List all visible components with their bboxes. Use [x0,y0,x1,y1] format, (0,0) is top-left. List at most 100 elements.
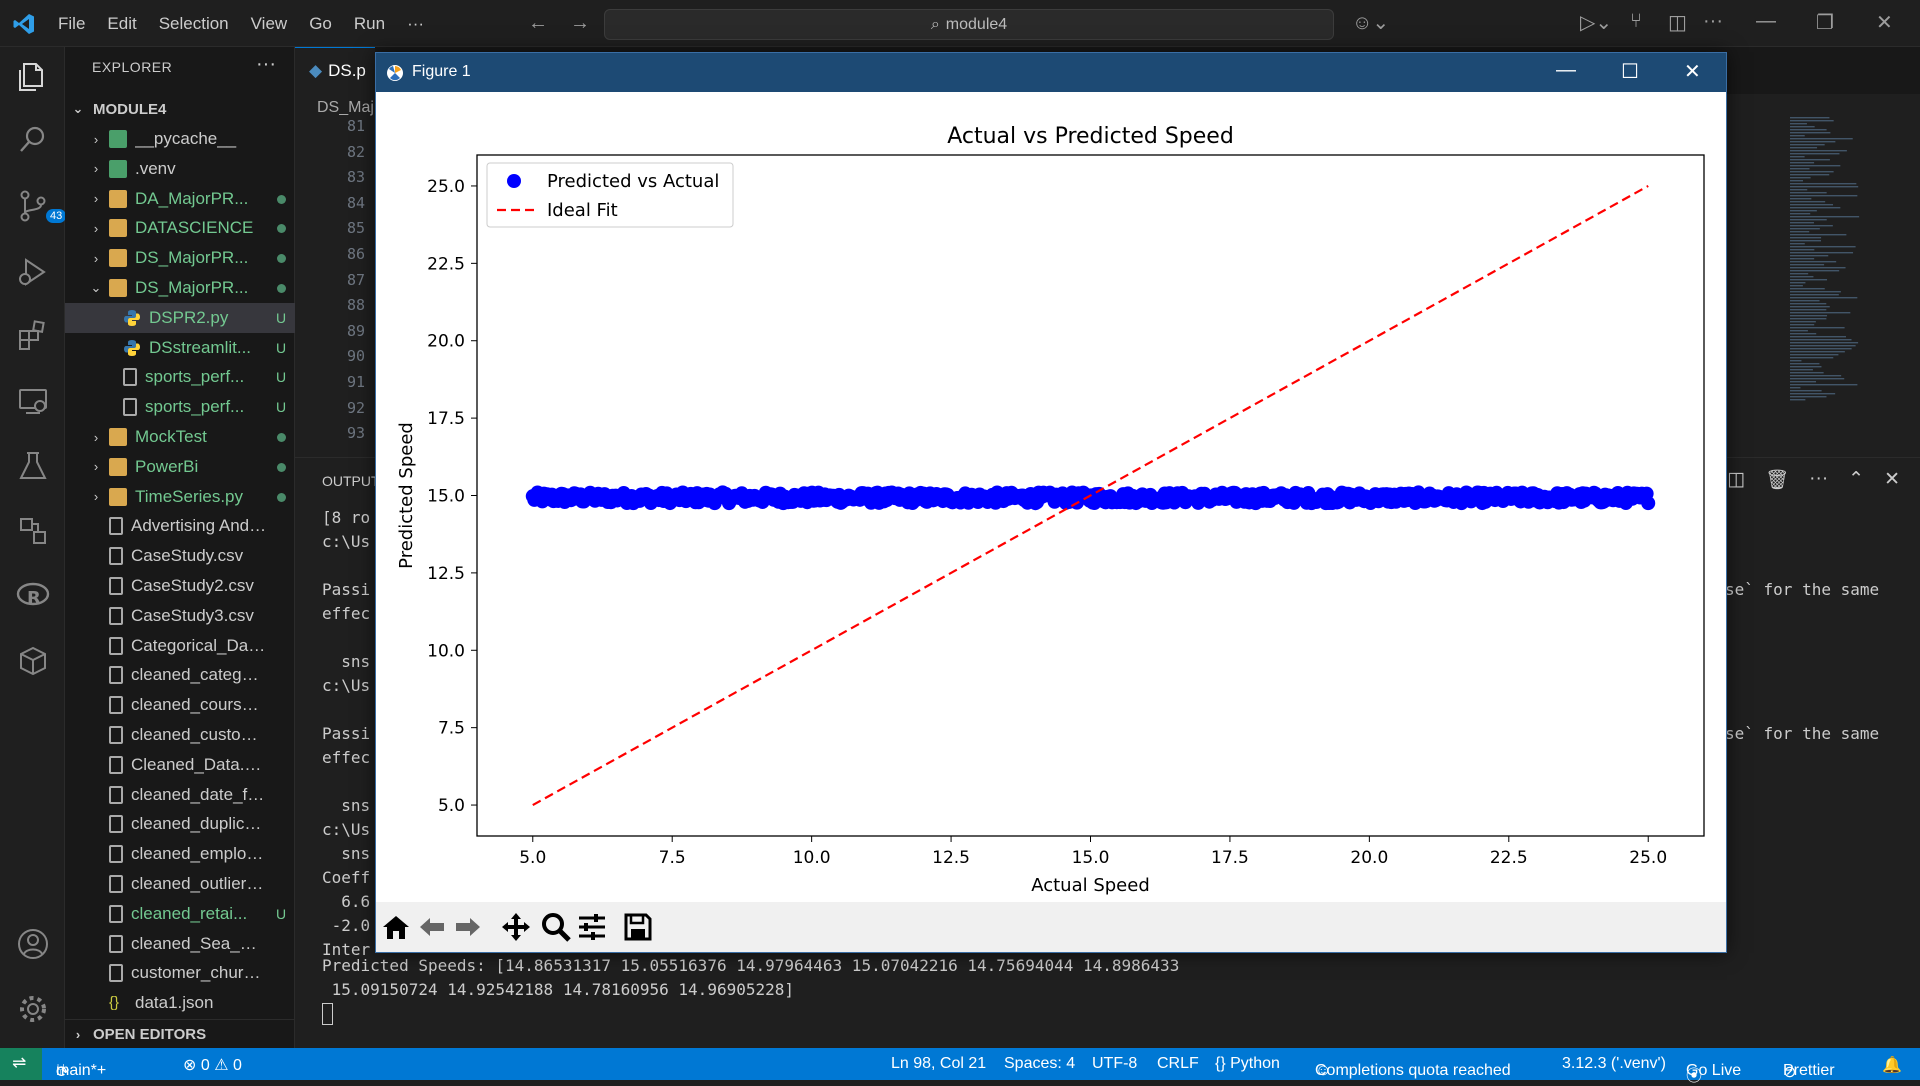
pan-icon[interactable] [500,911,532,943]
figure-maximize-icon[interactable]: ☐ [1621,59,1639,84]
notifications-bell-icon[interactable]: 🔔 [1882,1055,1902,1075]
split-panel-icon[interactable]: ◫ [1727,468,1745,492]
y-tick-label: 20.0 [427,332,465,352]
testing-icon[interactable] [16,449,50,483]
zoom-icon[interactable] [540,911,572,943]
more-actions-icon[interactable]: ··· [256,53,276,76]
tree-item[interactable]: › .venv [65,154,295,184]
forward-arrow-icon[interactable]: → [570,12,590,35]
tree-item[interactable]: cleaned_outliers.csv [65,869,295,899]
forward-icon[interactable] [452,911,484,943]
title-bar: File Edit Selection View Go Run ··· ← → … [0,0,1920,47]
tree-item-label: data1.json [135,993,214,1013]
source-control-graph-icon[interactable]: ⑂ [1630,10,1642,33]
back-icon[interactable] [416,911,448,943]
tree-item[interactable]: cleaned_course_e... [65,690,295,720]
workspace-root[interactable]: ⌄ MODULE4 [65,94,295,124]
legend-label: Predicted vs Actual [547,171,719,192]
explorer-icon[interactable] [16,60,50,94]
tree-item[interactable]: cleaned_customer... [65,720,295,750]
problems-indicator[interactable]: ⊗ 0 ⚠ 0 [183,1055,242,1075]
close-panel-icon[interactable]: ✕ [1884,468,1900,492]
tree-item[interactable]: {} data1.json [65,988,295,1018]
tree-item[interactable]: cleaned_retai... U [65,899,295,929]
tree-item[interactable]: › TimeSeries.py [65,482,295,512]
tree-item[interactable]: cleaned_employe... [65,839,295,869]
python-interpreter[interactable]: 3.12.3 ('.venv') [1562,1055,1666,1073]
tree-item[interactable]: › DA_MajorPR... [65,184,295,214]
tree-item[interactable]: DSstreamlit... U [65,333,295,363]
tree-item-label: cleaned_customer... [131,725,267,744]
tree-item[interactable]: DSPR2.py U [65,302,295,333]
tree-item[interactable]: cleaned_categorie... [65,660,295,690]
menu-edit[interactable]: Edit [107,14,136,34]
tree-item[interactable]: CaseStudy3.csv [65,601,295,631]
toggle-panel-icon[interactable]: ◫ [1668,10,1687,35]
copilot-icon[interactable]: ☺⌄ [1352,10,1389,35]
tab-ds-file[interactable]: ◆ DS.p [295,47,375,94]
breadcrumb[interactable]: DS_Maj [317,99,374,117]
tree-item[interactable]: › __pycache__ [65,124,295,154]
figure-close-icon[interactable]: ✕ [1684,59,1701,84]
tree-item[interactable]: cleaned_date_for... [65,780,295,810]
figure-minimize-icon[interactable]: — [1556,59,1576,82]
terminal-cursor[interactable] [322,1003,333,1025]
tree-item[interactable]: sports_perf... U [65,362,295,392]
encoding[interactable]: UTF-8 [1092,1055,1137,1073]
indentation[interactable]: Spaces: 4 [1004,1055,1075,1073]
search-icon[interactable] [16,123,50,157]
tree-item[interactable]: CaseStudy2.csv [65,571,295,601]
package-icon[interactable] [16,644,50,678]
home-icon[interactable] [380,911,412,943]
trash-icon[interactable]: 🗑 [1765,468,1789,492]
tree-item[interactable]: cleaned_Sea_Case... [65,929,295,959]
r-language-icon[interactable]: R [16,579,50,613]
tree-item[interactable]: cleaned_duplicate... [65,809,295,839]
save-icon[interactable] [622,911,654,943]
menu-go[interactable]: Go [309,14,332,34]
source-control-icon[interactable]: 43 [16,189,67,223]
chevron-up-icon[interactable]: ⌃ [1848,468,1864,492]
tree-item[interactable]: Categorical_Data.... [65,631,295,661]
menu-more[interactable]: ··· [407,14,424,34]
tree-item[interactable]: › MockTest [65,422,295,452]
open-editors-section[interactable]: › OPEN EDITORS [65,1019,295,1049]
more-actions-icon[interactable]: ··· [1703,10,1723,33]
figure-titlebar[interactable]: Figure 1 — ☐ ✕ [376,53,1726,92]
run-icon[interactable]: ▷⌄ [1580,10,1612,35]
back-arrow-icon[interactable]: ← [528,12,548,35]
accounts-icon[interactable] [16,927,50,961]
tree-item[interactable]: customer_churn_d... [65,958,295,988]
run-debug-icon[interactable] [16,255,50,289]
menu-view[interactable]: View [251,14,288,34]
line-endings[interactable]: CRLF [1157,1055,1199,1073]
minimap[interactable] [1785,117,1875,417]
tree-item[interactable]: ⌄ DS_MajorPR... [65,273,295,303]
cursor-position[interactable]: Ln 98, Col 21 [891,1055,986,1073]
tree-item[interactable]: › PowerBi [65,452,295,482]
configure-subplots-icon[interactable] [576,911,608,943]
tree-item[interactable]: Advertising And S... [65,511,295,541]
more-icon[interactable]: ··· [1809,468,1828,492]
panel-title[interactable]: OUTPUT [322,473,380,489]
minimize-window-icon[interactable]: — [1756,10,1776,33]
line-number: 83 [346,168,365,187]
tree-item[interactable]: sports_perf... U [65,392,295,422]
menu-file[interactable]: File [58,14,85,34]
command-center[interactable]: ⌕ module4 [604,9,1334,40]
remote-explorer-icon[interactable] [16,384,50,418]
language-mode[interactable]: {} Python [1215,1055,1280,1073]
remote-indicator[interactable]: ⇌ [0,1048,42,1080]
menu-run[interactable]: Run [354,14,385,34]
tree-item[interactable]: › DS_MajorPR... [65,243,295,273]
menu-selection[interactable]: Selection [159,14,229,34]
containers-icon[interactable] [16,514,50,548]
restore-window-icon[interactable]: ❐ [1816,10,1834,35]
tree-item[interactable]: Cleaned_Data.csv [65,750,295,780]
extensions-icon[interactable] [16,319,50,353]
tree-item[interactable]: CaseStudy.csv [65,541,295,571]
tree-item[interactable]: › DATASCIENCE [65,213,295,243]
manage-gear-icon[interactable] [16,992,50,1026]
file-icon [109,577,123,595]
close-window-icon[interactable]: ✕ [1876,10,1893,35]
